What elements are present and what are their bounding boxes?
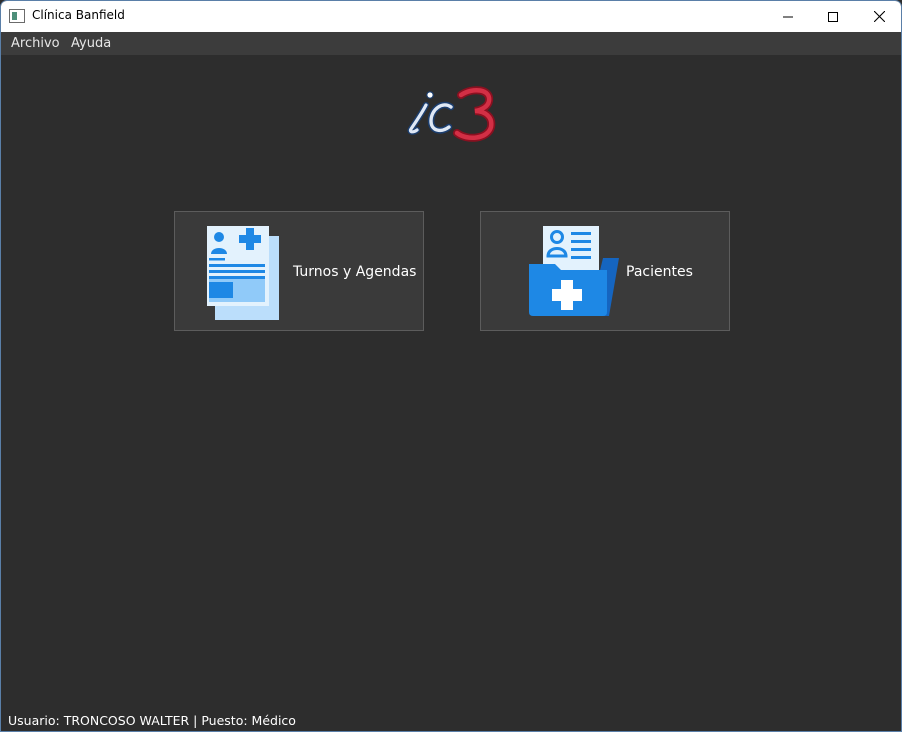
status-bar-text: Usuario: TRONCOSO WALTER | Puesto: Médic… bbox=[8, 713, 296, 728]
app-icon bbox=[9, 9, 25, 23]
menu-ayuda[interactable]: Ayuda bbox=[71, 36, 111, 51]
patient-folder-icon bbox=[529, 226, 619, 316]
menu-archivo[interactable]: Archivo bbox=[11, 36, 60, 51]
close-icon bbox=[873, 11, 885, 22]
title-bar[interactable]: Clínica Banfield bbox=[1, 1, 901, 32]
minimize-icon bbox=[783, 16, 793, 17]
window-title: Clínica Banfield bbox=[32, 8, 125, 22]
ic3-logo bbox=[407, 86, 496, 142]
medical-record-icon bbox=[207, 226, 279, 320]
pacientes-button[interactable]: Pacientes bbox=[480, 211, 730, 331]
maximize-button[interactable] bbox=[810, 1, 856, 32]
app-window: Clínica Banfield Archivo Ayuda Turnos y … bbox=[0, 0, 902, 732]
menu-bar: Archivo Ayuda bbox=[1, 32, 901, 55]
maximize-icon bbox=[828, 11, 838, 22]
turnos-agendas-button[interactable]: Turnos y Agendas bbox=[174, 211, 424, 331]
turnos-agendas-label: Turnos y Agendas bbox=[293, 264, 417, 280]
close-button[interactable] bbox=[856, 1, 901, 32]
pacientes-label: Pacientes bbox=[626, 264, 693, 280]
minimize-button[interactable] bbox=[765, 1, 811, 32]
